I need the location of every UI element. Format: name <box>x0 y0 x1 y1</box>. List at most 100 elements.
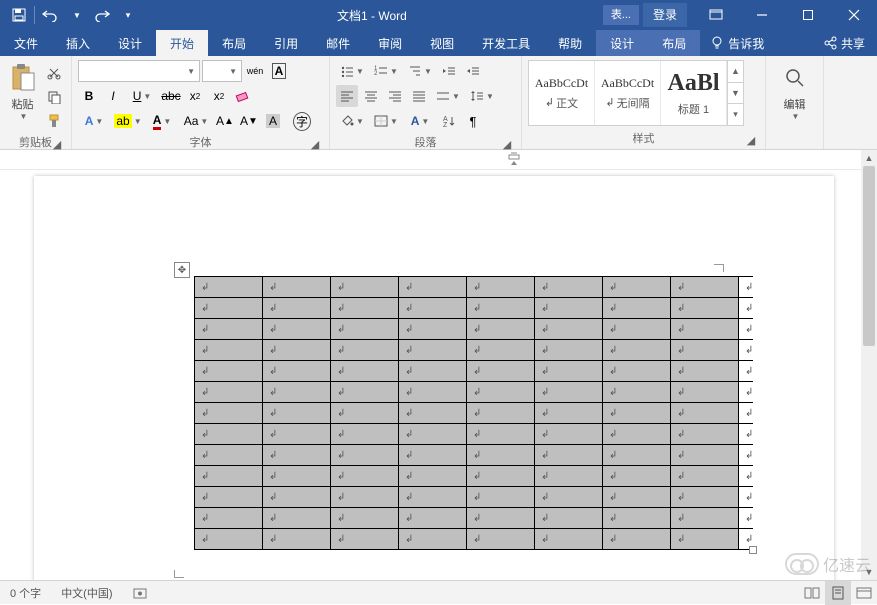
table-cell[interactable]: ↲ <box>263 487 331 508</box>
table-cell[interactable]: ↲ <box>671 508 739 529</box>
table-cell[interactable]: ↲ <box>195 277 263 298</box>
table-cell[interactable]: ↲ <box>535 508 603 529</box>
find-button[interactable]: 编辑 ▼ <box>775 60 815 121</box>
table-cell[interactable]: ↲ <box>331 361 399 382</box>
table-cell[interactable]: ↲ <box>603 298 671 319</box>
table-cell[interactable]: ↲ <box>331 487 399 508</box>
increase-indent-button[interactable] <box>462 60 484 82</box>
table-cell[interactable]: ↲ <box>603 277 671 298</box>
table-cell[interactable]: ↲ <box>535 277 603 298</box>
table-cell[interactable]: ↲ <box>263 466 331 487</box>
table-cell[interactable]: ↲ <box>195 508 263 529</box>
read-mode-view[interactable] <box>799 581 825 605</box>
style-heading1[interactable]: AaBl 标题 1 <box>661 61 727 125</box>
multilevel-list-button[interactable]: ▼ <box>404 60 436 82</box>
table-cell[interactable]: ↲ <box>263 445 331 466</box>
table-cell[interactable]: ↲ <box>671 445 739 466</box>
table-cell[interactable]: ↲ <box>331 319 399 340</box>
asian-layout-button[interactable]: A▼ <box>404 110 436 132</box>
table-cell[interactable]: ↲ <box>331 277 399 298</box>
table-cell[interactable]: ↲ <box>399 361 467 382</box>
tab-design[interactable]: 设计 <box>104 30 156 56</box>
table-cell[interactable]: ↲ <box>331 508 399 529</box>
font-size-combo[interactable]: ▼ <box>202 60 242 82</box>
table-cell[interactable]: ↲ <box>263 424 331 445</box>
align-right-button[interactable] <box>384 85 406 107</box>
table-cell[interactable]: ↲ <box>331 424 399 445</box>
tell-me[interactable]: 告诉我 <box>700 30 774 56</box>
table-cell[interactable]: ↲ <box>399 487 467 508</box>
table-cell[interactable]: ↲ <box>195 487 263 508</box>
enclose-characters-button[interactable]: 字 <box>286 110 318 132</box>
paragraph-launcher[interactable]: ◢ <box>501 138 513 150</box>
table-cell[interactable]: ↲ <box>399 424 467 445</box>
cut-button[interactable] <box>43 62 65 84</box>
table-cell[interactable]: ↲ <box>535 445 603 466</box>
tab-mailings[interactable]: 邮件 <box>312 30 364 56</box>
table-cell[interactable]: ↲ <box>535 466 603 487</box>
table-cell[interactable]: ↲ <box>195 382 263 403</box>
table-cell[interactable]: ↲ <box>331 529 399 550</box>
distributed-button[interactable]: ▼ <box>432 85 464 107</box>
ribbon-display-options[interactable] <box>693 0 739 30</box>
style-normal[interactable]: AaBbCcDt ↲正文 <box>529 61 595 125</box>
table-cell[interactable]: ↲ <box>603 340 671 361</box>
table-cell[interactable]: ↲ <box>467 424 535 445</box>
vertical-scrollbar[interactable]: ▲ ▼ <box>861 150 877 580</box>
table-cell[interactable]: ↲ <box>467 361 535 382</box>
table-cell[interactable]: ↲ <box>399 508 467 529</box>
scroll-down[interactable]: ▼ <box>861 564 877 580</box>
login-button[interactable]: 登录 <box>643 3 687 27</box>
line-spacing-button[interactable]: ▼ <box>466 85 498 107</box>
table-cell[interactable]: ↲ <box>671 277 739 298</box>
save-button[interactable] <box>6 0 32 30</box>
table-cell[interactable]: ↲ <box>535 382 603 403</box>
table-cell[interactable]: ↲ <box>263 529 331 550</box>
print-layout-view[interactable] <box>825 581 851 605</box>
table-cell[interactable]: ↲ <box>603 319 671 340</box>
table-cell[interactable]: ↲ <box>331 340 399 361</box>
tab-layout[interactable]: 布局 <box>208 30 260 56</box>
table-cell[interactable]: ↲ <box>263 361 331 382</box>
grow-font-button[interactable]: A▲ <box>214 110 236 132</box>
document-table[interactable]: ↲↲↲↲↲↲↲↲↲↲↲↲↲↲↲↲↲↲↲↲↲↲↲↲↲↲↲↲↲↲↲↲↲↲↲↲↲↲↲↲… <box>194 276 753 550</box>
table-cell[interactable]: ↲ <box>467 277 535 298</box>
sort-button[interactable]: AZ <box>438 110 460 132</box>
borders-button[interactable]: ▼ <box>370 110 402 132</box>
table-cell[interactable]: ↲ <box>467 487 535 508</box>
table-cell[interactable]: ↲ <box>195 340 263 361</box>
table-cell[interactable]: ↲ <box>399 403 467 424</box>
tab-help[interactable]: 帮助 <box>544 30 596 56</box>
table-cell[interactable]: ↲ <box>263 403 331 424</box>
font-color-button[interactable]: A▼ <box>146 110 178 132</box>
table-cell[interactable]: ↲ <box>399 529 467 550</box>
table-cell[interactable]: ↲ <box>263 277 331 298</box>
copy-button[interactable] <box>43 86 65 108</box>
table-cell[interactable]: ↲ <box>671 529 739 550</box>
table-cell[interactable]: ↲ <box>263 508 331 529</box>
table-cell[interactable]: ↲ <box>671 340 739 361</box>
tab-references[interactable]: 引用 <box>260 30 312 56</box>
web-layout-view[interactable] <box>851 581 877 605</box>
table-resize-handle[interactable] <box>749 546 757 554</box>
styles-scroll-up[interactable]: ▲ <box>728 61 743 83</box>
redo-button[interactable] <box>89 0 115 30</box>
show-marks-button[interactable]: ¶ <box>462 110 484 132</box>
table-cell[interactable]: ↲ <box>603 403 671 424</box>
shrink-font-button[interactable]: A▼ <box>238 110 260 132</box>
table-cell[interactable]: ↲ <box>331 445 399 466</box>
table-cell[interactable]: ↲ <box>399 277 467 298</box>
table-cell[interactable]: ↲ <box>535 424 603 445</box>
ruler[interactable] <box>0 150 877 170</box>
font-launcher[interactable]: ◢ <box>309 138 321 150</box>
share-button[interactable]: 共享 <box>811 30 877 56</box>
table-cell[interactable]: ↲ <box>331 382 399 403</box>
align-center-button[interactable] <box>360 85 382 107</box>
strikethrough-button[interactable]: abc <box>160 85 182 107</box>
table-cell[interactable]: ↲ <box>195 466 263 487</box>
table-cell[interactable]: ↲ <box>195 529 263 550</box>
shading-button[interactable]: ▼ <box>336 110 368 132</box>
table-cell[interactable]: ↲ <box>603 529 671 550</box>
table-cell[interactable]: ↲ <box>535 403 603 424</box>
tab-table-design[interactable]: 设计 <box>596 30 648 56</box>
